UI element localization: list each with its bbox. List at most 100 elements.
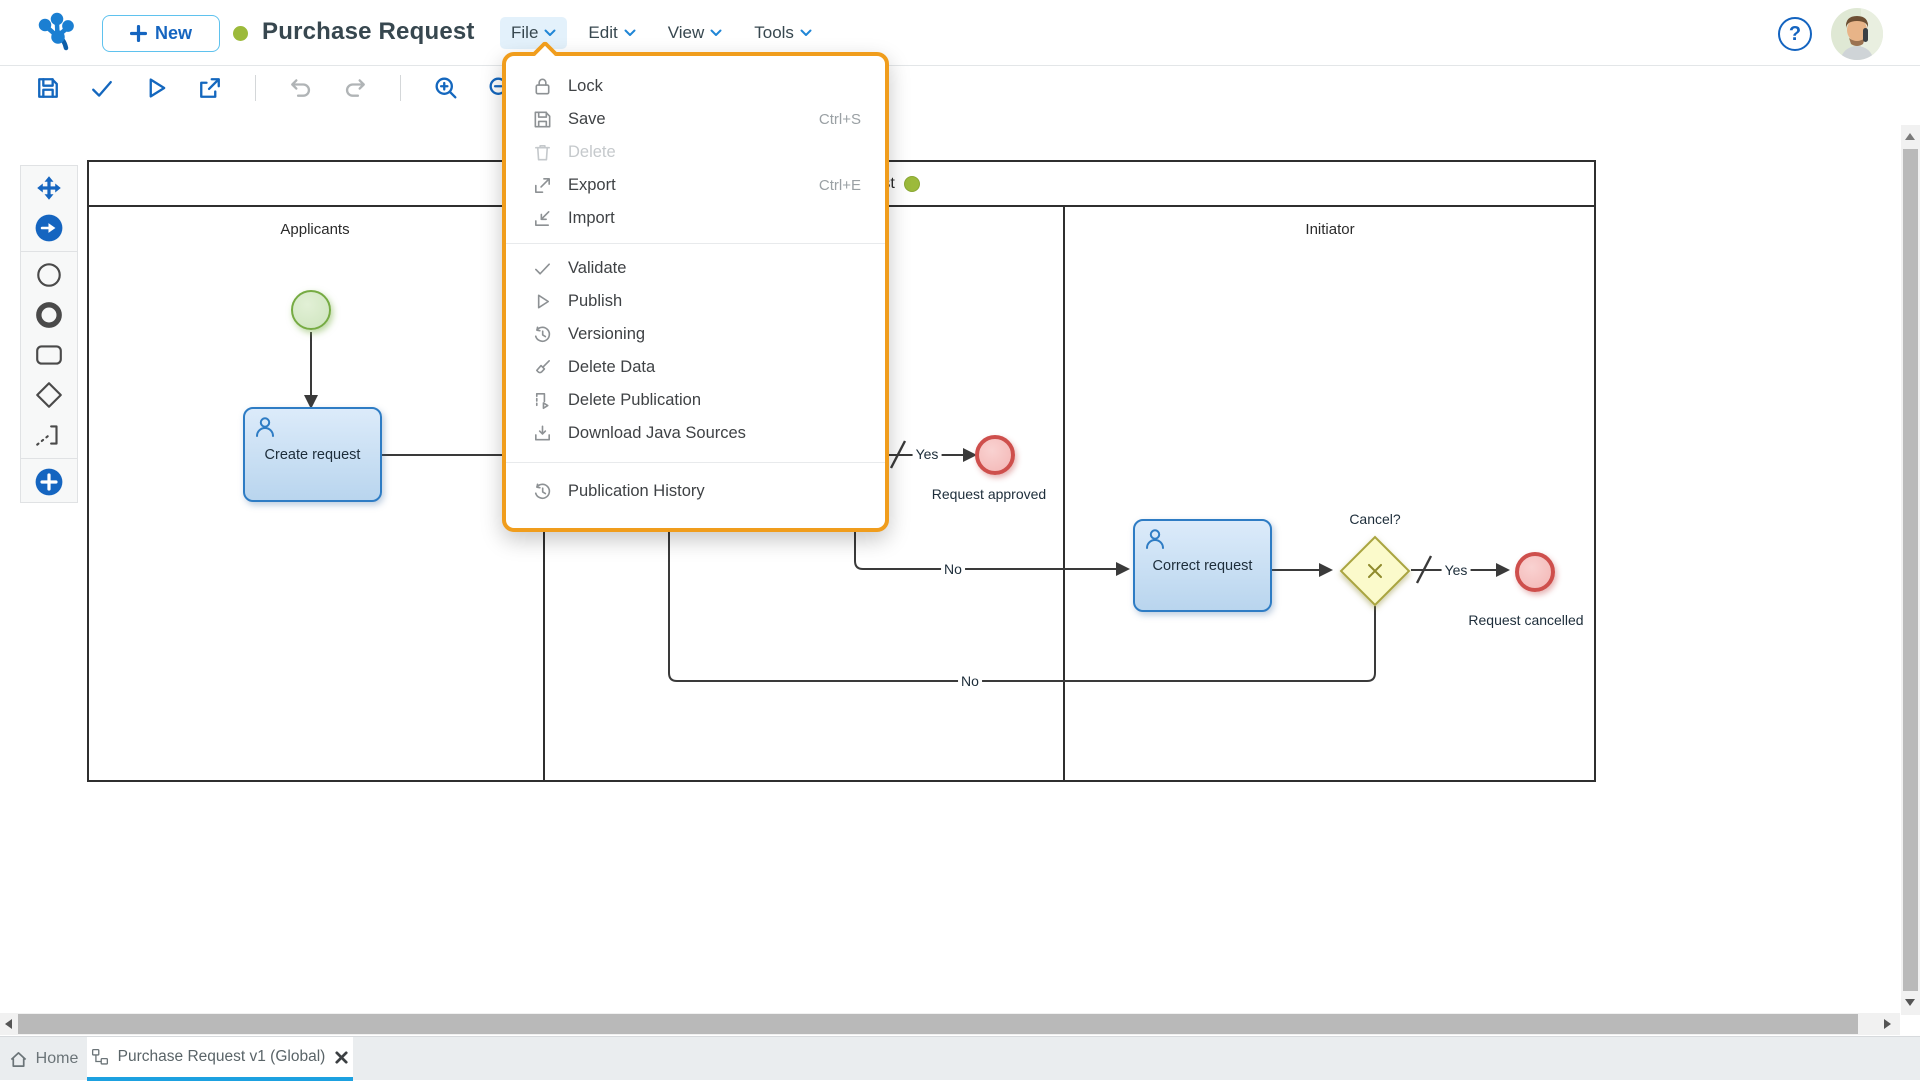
menu-tools[interactable]: Tools — [743, 17, 823, 49]
connect-tool-icon[interactable] — [29, 209, 69, 247]
lane-label-applicants: Applicants — [280, 221, 349, 238]
bottom-tab-bar: Home Purchase Request v1 (Global) — [0, 1036, 1920, 1080]
menu-item-label: Lock — [568, 77, 861, 96]
menu-item-label: Versioning — [568, 325, 861, 344]
flow-label-no: No — [941, 561, 965, 577]
document-status-dot — [233, 26, 248, 41]
menu-item-shortcut: Ctrl+S — [819, 111, 861, 128]
menu-item-versioning[interactable]: Versioning — [506, 318, 885, 351]
scroll-down-arrow-icon[interactable] — [1905, 999, 1915, 1006]
menu-item-validate[interactable]: Validate — [506, 252, 885, 285]
lane-divider[interactable] — [1063, 207, 1065, 782]
flow-label-no: No — [958, 673, 982, 689]
menu-item-lock[interactable]: Lock — [506, 70, 885, 103]
lock-icon — [532, 76, 553, 97]
tab-close-icon[interactable] — [334, 1050, 349, 1065]
lane-label-initiator: Initiator — [1305, 221, 1354, 238]
start-event[interactable] — [291, 290, 331, 330]
palette-separator — [21, 251, 77, 252]
help-question-icon: ? — [1789, 23, 1801, 46]
gateway-tool-icon[interactable] — [29, 376, 69, 414]
save-icon[interactable] — [33, 73, 63, 103]
user-task-icon — [1143, 527, 1167, 551]
scroll-right-arrow-icon[interactable] — [1884, 1019, 1891, 1029]
menu-item-publish[interactable]: Publish — [506, 285, 885, 318]
menu-item-shortcut: Ctrl+E — [819, 177, 861, 194]
redo-icon[interactable] — [340, 73, 370, 103]
menu-edit-label: Edit — [588, 23, 617, 43]
menu-item-label: Download Java Sources — [568, 424, 861, 443]
toolbar-divider — [255, 75, 256, 101]
download-box-icon — [532, 423, 553, 444]
task-tool-icon[interactable] — [29, 336, 69, 374]
menu-edit[interactable]: Edit — [577, 17, 646, 49]
menu-file[interactable]: File — [500, 17, 567, 49]
start-event-tool-icon[interactable] — [29, 256, 69, 294]
tab-purchase-request[interactable]: Purchase Request v1 (Global) — [87, 1037, 353, 1081]
history-icon — [532, 324, 553, 345]
move-tool-icon[interactable] — [29, 169, 69, 207]
menu-item-delete-data[interactable]: Delete Data — [506, 351, 885, 384]
chevron-down-icon — [800, 29, 812, 37]
app-logo-claw-icon[interactable] — [36, 12, 80, 56]
file-dropdown-menu: Lock Save Ctrl+S Delete Export — [502, 52, 889, 532]
flow-label-yes: Yes — [913, 446, 942, 462]
app-root: New Purchase Request File Edit View — [0, 0, 1920, 1080]
editor-toolbar — [0, 67, 1900, 109]
menu-item-import[interactable]: Import — [506, 202, 885, 235]
menu-file-label: File — [511, 23, 538, 43]
menu-item-publication-history[interactable]: Publication History — [506, 475, 885, 508]
help-button[interactable]: ? — [1778, 17, 1812, 51]
menu-item-delete-publication[interactable]: Delete Publication — [506, 384, 885, 417]
menu-tools-label: Tools — [754, 23, 794, 43]
end-event-tool-icon[interactable] — [29, 296, 69, 334]
undo-icon[interactable] — [286, 73, 316, 103]
horizontal-scroll-thumb[interactable] — [18, 1014, 1858, 1034]
vertical-scroll-thumb[interactable] — [1903, 149, 1918, 991]
menu-item-label: Publication History — [568, 482, 861, 501]
vertical-scrollbar[interactable] — [1901, 125, 1920, 1015]
import-icon — [532, 208, 553, 229]
validate-icon[interactable] — [87, 73, 117, 103]
new-button[interactable]: New — [102, 15, 220, 52]
task-label: Correct request — [1153, 558, 1253, 574]
menu-item-download-java-sources[interactable]: Download Java Sources — [506, 417, 885, 450]
toolbar-divider — [400, 75, 401, 101]
end-event-cancelled[interactable] — [1515, 552, 1555, 592]
gateway-label: Cancel? — [1346, 511, 1403, 527]
tab-home[interactable]: Home — [0, 1037, 87, 1081]
menu-item-export[interactable]: Export Ctrl+E — [506, 169, 885, 202]
check-icon — [532, 258, 553, 279]
chevron-down-icon — [710, 29, 722, 37]
new-button-label: New — [155, 23, 192, 44]
task-correct-request[interactable]: Correct request — [1133, 519, 1272, 612]
menu-item-label: Publish — [568, 292, 861, 311]
menu-item-label: Delete — [568, 143, 861, 162]
menu-item-label: Delete Data — [568, 358, 861, 377]
play-icon — [532, 291, 553, 312]
process-icon — [91, 1048, 109, 1066]
zoom-in-icon[interactable] — [431, 73, 461, 103]
menu-view[interactable]: View — [657, 17, 734, 49]
scroll-left-arrow-icon[interactable] — [5, 1019, 12, 1029]
user-avatar[interactable] — [1831, 8, 1883, 60]
flow-label-yes: Yes — [1442, 562, 1471, 578]
bpmn-palette — [20, 165, 78, 503]
export-icon[interactable] — [195, 73, 225, 103]
end-event-approved[interactable] — [975, 435, 1015, 475]
horizontal-scrollbar[interactable] — [0, 1013, 1900, 1035]
menu-separator — [506, 243, 885, 244]
home-icon — [9, 1050, 28, 1069]
menu-item-label: Save — [568, 110, 804, 129]
menu-item-label: Export — [568, 176, 804, 195]
add-tool-icon[interactable] — [29, 463, 69, 501]
run-icon[interactable] — [141, 73, 171, 103]
pool-status-dot — [904, 176, 920, 192]
menu-view-label: View — [668, 23, 705, 43]
plus-icon — [130, 25, 147, 42]
annotation-tool-icon[interactable] — [29, 416, 69, 454]
palette-separator — [21, 458, 77, 459]
scroll-up-arrow-icon[interactable] — [1905, 133, 1915, 140]
menu-item-save[interactable]: Save Ctrl+S — [506, 103, 885, 136]
task-create-request[interactable]: Create request — [243, 407, 382, 502]
